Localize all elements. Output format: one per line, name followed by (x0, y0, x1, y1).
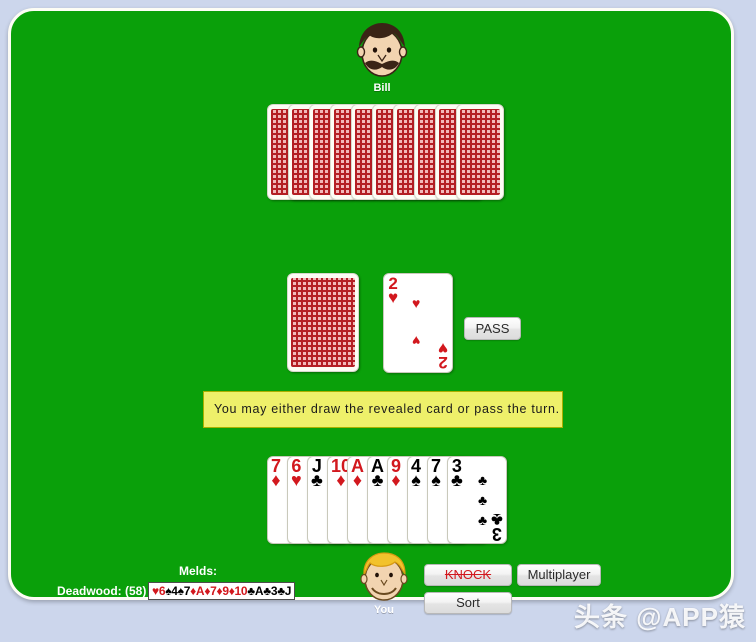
game-message: You may either draw the revealed card or… (203, 391, 563, 428)
card-suit: ♣ (311, 470, 323, 490)
deadwood-card: ♦7 (204, 584, 217, 598)
watermark: 头条 @APP猿 (573, 602, 746, 632)
deadwood-card: ♠4 (165, 584, 178, 598)
card-suit: ♠ (431, 470, 441, 490)
discard-index-top: 2 ♥ (388, 275, 398, 306)
opponent-card-back (456, 104, 504, 200)
discard-pip-1: ♥ (412, 295, 421, 311)
deadwood-card: ♣A (247, 584, 264, 598)
card-pip-3: ♣ (478, 512, 488, 528)
sort-button[interactable]: Sort (424, 592, 512, 614)
card-index-top: A ♦ (351, 457, 364, 489)
knock-button[interactable]: KNOCK (424, 564, 512, 586)
card-suit: ♣ (371, 470, 384, 490)
blond-face-icon (360, 552, 408, 601)
card-index-top: J ♣ (311, 457, 323, 489)
multiplayer-button[interactable]: Multiplayer (517, 564, 601, 586)
card-back-pattern (291, 278, 355, 367)
discard-card[interactable]: 2 ♥ ♥ ♥ 2 ♥ (383, 273, 453, 373)
deadwood-cards-box: ♥6♠4♠7♦A♦7♦9♦10♣A♣3♣J (148, 582, 296, 600)
card-index-bottom: 3 ♣ (491, 510, 503, 543)
opponent-hand (267, 104, 507, 204)
deadwood-card: ♣3 (263, 584, 278, 598)
melds-label: Melds: (179, 564, 218, 578)
discard-pip-2: ♥ (412, 333, 421, 349)
card-index-top: 7 ♠ (431, 457, 441, 489)
card-suit: ♣ (451, 470, 463, 490)
deadwood-card: ♠7 (177, 584, 191, 598)
deadwood-card: ♦A (190, 584, 205, 598)
card-index-top: 3 ♣ (451, 457, 463, 489)
hand-card-3-of-clubs[interactable]: 3 ♣ ♣ ♣ ♣ 3 ♣ (447, 456, 507, 544)
card-suit: ♦ (271, 470, 281, 490)
opponent-area: Bill (337, 19, 427, 94)
card-suit-b: ♣ (491, 510, 503, 530)
opponent-name: Bill (373, 82, 391, 94)
deadwood-label: Deadwood: (58) (57, 584, 147, 598)
card-suit: ♦ (391, 470, 401, 490)
player-area: You (339, 551, 429, 616)
card-back-pattern (460, 109, 500, 195)
card-index-top: 6 ♥ (291, 457, 302, 489)
pass-button[interactable]: PASS (464, 317, 521, 340)
player-name: You (374, 604, 394, 616)
discard-index-bottom: 2 ♥ (437, 339, 448, 372)
discard-suit: ♥ (388, 288, 399, 307)
stock-card-back[interactable] (287, 273, 359, 372)
mustache-face-icon (356, 23, 408, 77)
card-index-top: 7 ♦ (271, 457, 281, 489)
stock-pile[interactable] (287, 273, 361, 373)
card-pip-1: ♣ (478, 472, 488, 488)
game-table: Bill 2 ♥ ♥ ♥ 2 ♥ PASS You may either dra… (8, 8, 734, 616)
card-suit: ♠ (411, 470, 421, 490)
card-index-top: 9 ♦ (391, 457, 401, 489)
deadwood-card: ♣J (277, 584, 292, 598)
deadwood-card: ♦9 (216, 584, 230, 598)
card-suit: ♦ (352, 470, 363, 490)
card-index-top: 4 ♠ (411, 457, 421, 489)
deadwood-card: ♥6 (152, 584, 166, 598)
card-index-top: A ♣ (371, 457, 384, 489)
deadwood-card: ♦10 (228, 584, 248, 598)
discard-suit-b: ♥ (437, 339, 448, 358)
card-suit: ♥ (291, 470, 302, 490)
card-pip-2: ♣ (478, 492, 488, 508)
player-hand[interactable]: 7 ♦ 6 ♥ J ♣ 10 ♦ A ♦ A ♣ 9 ♦ 4 ♠ 7 ♠ 3 ♣ ♣ ♣ ♣ 3 ♣ (267, 456, 507, 546)
